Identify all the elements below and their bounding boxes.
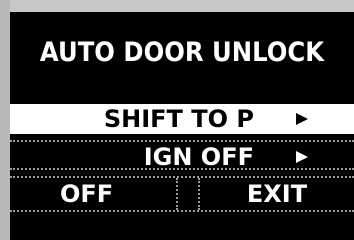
display-bezel-left <box>0 0 10 240</box>
softkey-divider <box>178 178 200 210</box>
right-triangle-icon <box>296 151 308 163</box>
softkey-bar: OFF EXIT <box>10 176 354 212</box>
off-softkey[interactable]: OFF <box>10 178 178 210</box>
display-bezel-top <box>0 0 354 12</box>
display-screen: AUTO DOOR UNLOCK SHIFT TO P IGN OFF OFF … <box>0 0 354 240</box>
off-softkey-label: OFF <box>60 180 114 208</box>
right-triangle-icon <box>296 113 308 125</box>
screen-title: AUTO DOOR UNLOCK <box>39 37 325 68</box>
exit-softkey-label: EXIT <box>246 180 308 208</box>
menu-item-label: IGN OFF <box>143 143 254 171</box>
menu-item-shift-to-p[interactable]: SHIFT TO P <box>10 104 354 134</box>
menu-item-ign-off[interactable]: IGN OFF <box>10 140 354 171</box>
menu-item-label: SHIFT TO P <box>103 105 254 133</box>
exit-softkey[interactable]: EXIT <box>200 178 354 210</box>
